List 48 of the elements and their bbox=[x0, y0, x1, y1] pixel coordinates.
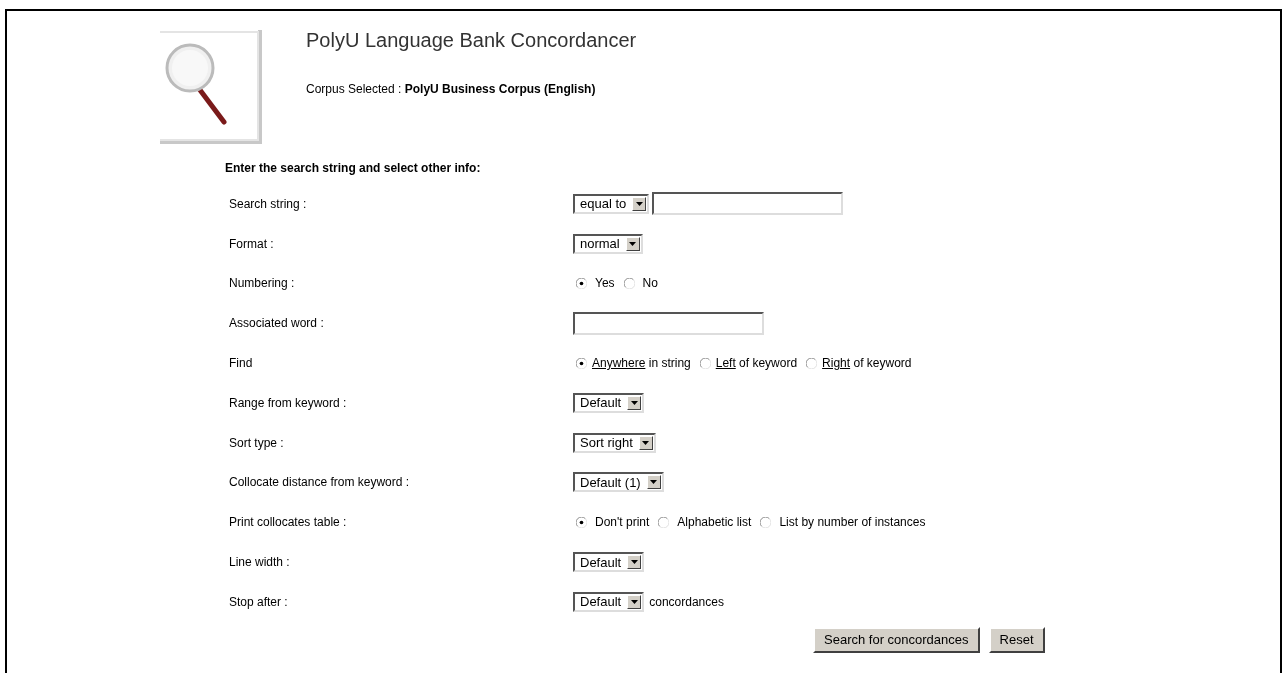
radio-button[interactable] bbox=[658, 516, 670, 528]
option-label: Don't print bbox=[595, 515, 650, 530]
field-label: Line width : bbox=[229, 555, 291, 570]
caret-icon bbox=[642, 440, 650, 445]
dropdown[interactable]: Default bbox=[573, 552, 645, 573]
field-label: Numbering : bbox=[229, 276, 296, 291]
dropdown[interactable]: Default bbox=[573, 392, 645, 413]
option-label: No bbox=[642, 276, 658, 291]
search-button[interactable]: Search for concordances bbox=[813, 626, 980, 653]
caret-icon bbox=[630, 599, 638, 604]
option-label: Anywhere in string bbox=[592, 356, 691, 371]
caret-icon bbox=[630, 400, 638, 405]
caret-icon bbox=[630, 560, 638, 565]
field-label: Collocate distance from keyword : bbox=[229, 475, 411, 490]
radio-button[interactable] bbox=[576, 278, 587, 289]
field-label: Find bbox=[229, 356, 254, 371]
radio-button[interactable] bbox=[576, 516, 587, 528]
field-label: Format : bbox=[229, 236, 275, 251]
reset-button[interactable]: Reset bbox=[988, 626, 1045, 653]
caret-icon bbox=[635, 201, 643, 206]
field-label: Sort type : bbox=[229, 435, 285, 450]
dropdown[interactable]: normal bbox=[573, 233, 643, 254]
dropdown[interactable]: Default (1) bbox=[573, 472, 664, 493]
text-field[interactable] bbox=[573, 311, 764, 335]
dropdown[interactable]: Sort right bbox=[573, 432, 656, 453]
field-label: Print collocates table : bbox=[229, 515, 348, 530]
page-title: PolyU Language Bank Concordancer bbox=[306, 29, 637, 52]
dropdown[interactable]: Default bbox=[573, 591, 645, 612]
field-label: Search string : bbox=[229, 196, 308, 211]
corpus-selected-text: Corpus Selected : PolyU Business Corpus (English) bbox=[306, 82, 597, 96]
field-label: Stop after : bbox=[229, 594, 289, 609]
radio-button[interactable] bbox=[623, 278, 635, 289]
radio-button[interactable] bbox=[576, 357, 587, 369]
caret-icon bbox=[650, 480, 658, 485]
option-label: Yes bbox=[595, 276, 615, 291]
radio-button[interactable] bbox=[760, 516, 772, 528]
field-label: Associated word : bbox=[229, 316, 325, 331]
dropdown[interactable]: equal to bbox=[573, 193, 650, 214]
suffix-text: concordances bbox=[649, 594, 724, 609]
option-label: Left of keyword bbox=[715, 356, 798, 371]
form-heading: Enter the search string and select other info: bbox=[225, 161, 482, 175]
option-label: List by number of instances bbox=[779, 515, 926, 530]
text-field[interactable] bbox=[652, 192, 844, 216]
field-label: Range from keyword : bbox=[229, 395, 348, 410]
caret-icon bbox=[629, 241, 637, 246]
option-label: Right of keyword bbox=[822, 356, 912, 371]
option-label: Alphabetic list bbox=[677, 515, 752, 530]
radio-button[interactable] bbox=[699, 357, 711, 369]
